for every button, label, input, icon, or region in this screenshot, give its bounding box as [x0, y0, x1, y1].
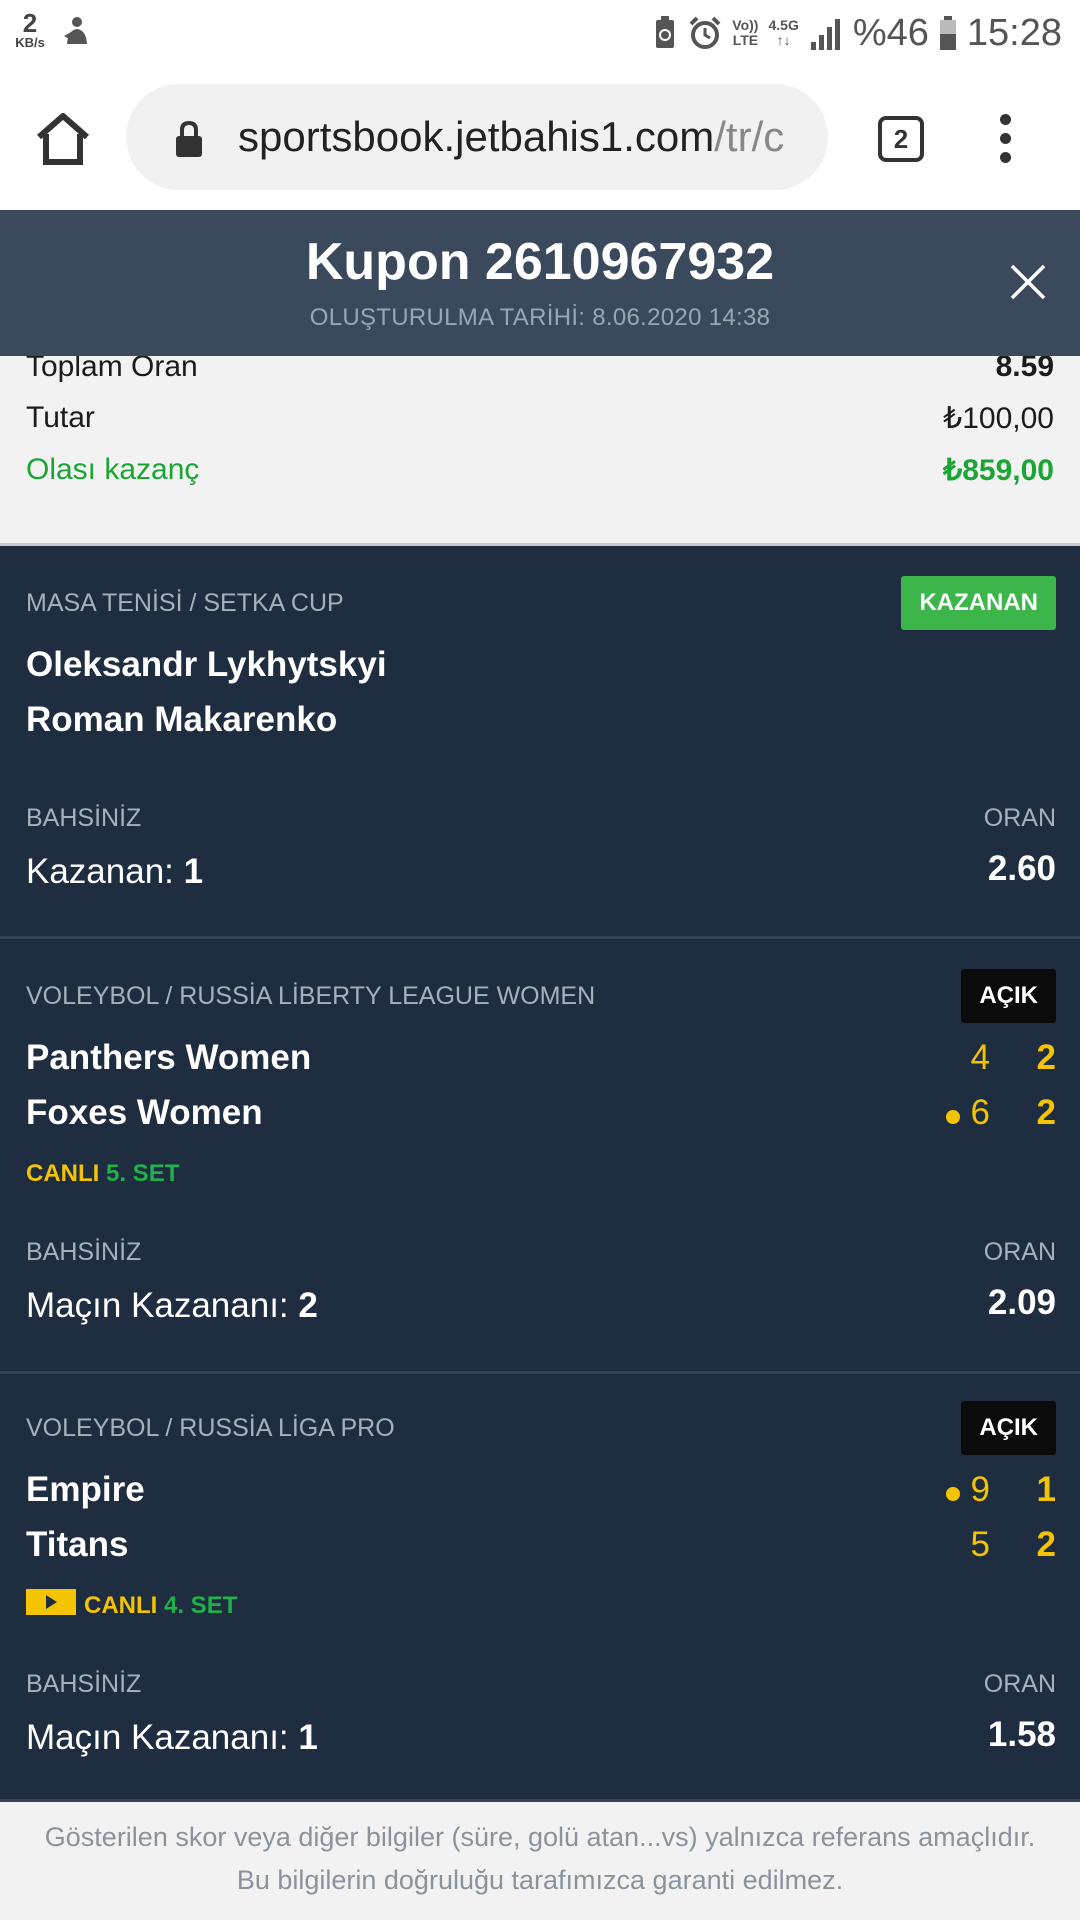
battery-percent: %46	[852, 11, 929, 54]
away-points: 6	[970, 1093, 990, 1132]
network-speed-unit: KB/s	[15, 35, 45, 50]
team-away: Roman Makarenko	[26, 700, 338, 739]
pick-market: Maçın Kazananı:	[26, 1718, 299, 1757]
disclaimer: Gösterilen skor veya diğer bilgiler (sür…	[0, 1802, 1080, 1920]
disclaimer-line-2: Bu bilgilerin doğruluğu tarafımızca gara…	[236, 1865, 844, 1895]
status-badge: KAZANAN	[901, 576, 1056, 630]
network-speed: 2 KB/s	[10, 10, 50, 49]
pick-market: Kazanan:	[26, 852, 184, 891]
lock-icon	[176, 120, 202, 157]
pick-value: 2	[298, 1286, 318, 1325]
live-status: CANLI 5. SET	[26, 1160, 179, 1188]
live-label: CANLI	[26, 1160, 100, 1187]
serving-dot-icon	[946, 1110, 960, 1124]
clock: 15:28	[966, 11, 1062, 54]
team-away: Titans	[26, 1525, 129, 1564]
bet-label: BAHSİNİZ	[26, 804, 142, 832]
bet-label: BAHSİNİZ	[26, 1670, 142, 1698]
status-badge: AÇIK	[961, 969, 1056, 1023]
bet-label: BAHSİNİZ	[26, 1238, 142, 1266]
bet-pick: Kazanan: 1	[26, 852, 203, 892]
home-sets: 1	[1036, 1470, 1056, 1509]
home-sets: 2	[1036, 1038, 1056, 1077]
bet-pick: Maçın Kazananı: 1	[26, 1718, 318, 1758]
stake-row: Tutar ₺100,00	[26, 401, 1054, 435]
serving-dot-icon	[946, 1487, 960, 1501]
stake-value: ₺100,00	[943, 402, 1054, 435]
browser-toolbar: sportsbook.jetbahis1.com/tr/c 2	[0, 66, 1080, 210]
bet-league: MASA TENİSİ / SETKA CUP	[26, 589, 344, 617]
network-type: 4.5G ↑↓	[768, 18, 798, 47]
network-type-label: 4.5G	[768, 17, 799, 34]
bet-odds: 1.58	[987, 1715, 1056, 1754]
bet-league: VOLEYBOL / RUSSİA LİGA PRO	[26, 1414, 395, 1442]
recycle-icon	[656, 16, 675, 48]
coupon-header: Kupon 2610967932 OLUŞTURULMA TARİHİ: 8.0…	[0, 210, 1080, 356]
team-home: Panthers Women	[26, 1038, 312, 1077]
bet-card: MASA TENİSİ / SETKA CUP KAZANAN Oleksand…	[0, 549, 1080, 939]
total-odds-value: 8.59	[995, 356, 1054, 383]
pick-value: 1	[183, 852, 204, 891]
bet-odds: 2.09	[987, 1283, 1056, 1322]
live-label: CANLI	[84, 1592, 158, 1619]
status-badge: AÇIK	[961, 1401, 1056, 1455]
home-points: 9	[970, 1470, 990, 1509]
bet-pick: Maçın Kazananı: 2	[26, 1286, 318, 1326]
away-sets: 2	[1036, 1093, 1056, 1132]
status-icons: Vo)) LTE 4.5G ↑↓ %46 15:28	[652, 8, 1062, 58]
team-away: Foxes Women	[26, 1093, 263, 1132]
total-odds-label: Toplam Oran	[26, 356, 198, 383]
data-saver-icon	[64, 17, 87, 44]
pick-value: 1	[298, 1718, 318, 1757]
disclaimer-line-1: Gösterilen skor veya diğer bilgiler (sür…	[44, 1822, 1036, 1852]
coupon-created-date: OLUŞTURULMA TARİHİ: 8.06.2020 14:38	[309, 304, 771, 331]
potential-win-label: Olası kazanç	[26, 453, 200, 486]
home-icon[interactable]	[34, 110, 92, 168]
team-home: Empire	[26, 1470, 145, 1509]
potential-win-value: ₺859,00	[943, 454, 1054, 487]
live-period: 4. SET	[164, 1592, 238, 1619]
odds-label: ORAN	[983, 804, 1056, 832]
odds-label: ORAN	[983, 1670, 1056, 1698]
home-points: 4	[970, 1038, 990, 1077]
tab-switcher-button[interactable]: 2	[878, 116, 924, 162]
url-domain: sportsbook.jetbahis1.com	[238, 113, 715, 160]
signal-icon	[810, 19, 840, 50]
bet-league: VOLEYBOL / RUSSİA LİBERTY LEAGUE WOMEN	[26, 982, 596, 1010]
network-speed-value: 2	[22, 8, 38, 38]
url-text[interactable]: sportsbook.jetbahis1.com/tr/c	[238, 84, 808, 190]
volte-bottom: LTE	[732, 32, 759, 48]
odds-label: ORAN	[983, 1238, 1056, 1266]
close-icon[interactable]	[1006, 260, 1050, 304]
bet-card: VOLEYBOL / RUSSİA LİGA PRO AÇIK Empire 9…	[0, 1374, 1080, 1802]
bet-card: VOLEYBOL / RUSSİA LİBERTY LEAGUE WOMEN A…	[0, 942, 1080, 1374]
away-points: 5	[970, 1525, 990, 1564]
alarm-icon	[689, 16, 721, 49]
live-status: CANLI 4. SET	[84, 1592, 237, 1620]
menu-dots-icon[interactable]	[990, 114, 1020, 164]
total-odds-row: Toplam Oran 8.59	[26, 356, 1054, 384]
coupon-summary: Toplam Oran 8.59 Tutar ₺100,00 Olası kaz…	[0, 356, 1080, 546]
network-activity-arrows: ↑↓	[776, 32, 791, 48]
live-tv-icon[interactable]	[26, 1589, 76, 1615]
coupon-title: Kupon 2610967932	[305, 233, 775, 291]
bet-odds: 2.60	[987, 849, 1056, 888]
url-path: /tr/c	[714, 113, 785, 160]
stake-label: Tutar	[26, 401, 95, 434]
team-home: Oleksandr Lykhytskyi	[26, 645, 387, 684]
live-period: 5. SET	[106, 1160, 180, 1187]
battery-icon	[939, 16, 956, 50]
volte-top: Vo))	[732, 17, 759, 34]
address-bar[interactable]: sportsbook.jetbahis1.com/tr/c	[126, 84, 828, 190]
volte-indicator: Vo)) LTE	[732, 18, 758, 47]
away-sets: 2	[1036, 1525, 1056, 1564]
status-bar: 2 KB/s Vo)) LTE 4.5G ↑↓ %46 15:28	[0, 0, 1080, 66]
pick-market: Maçın Kazananı:	[26, 1286, 299, 1325]
potential-win-row: Olası kazanç ₺859,00	[26, 453, 1054, 487]
